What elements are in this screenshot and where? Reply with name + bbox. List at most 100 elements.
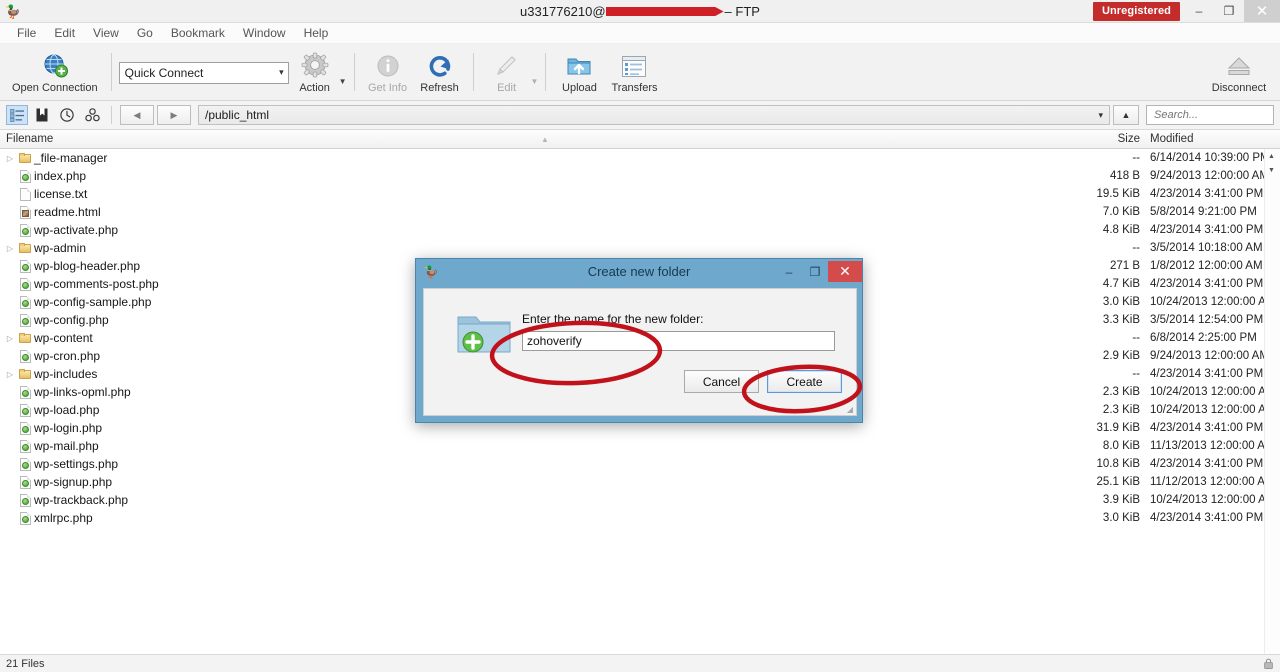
vertical-scrollbar[interactable]: ▲ ▼ <box>1264 149 1280 666</box>
file-size-cell: -- <box>1132 152 1140 164</box>
file-name-label: wp-login.php <box>34 421 103 435</box>
file-name-cell[interactable]: wp-signup.php <box>0 475 1085 489</box>
action-button[interactable]: Action <box>289 47 341 97</box>
file-name-cell[interactable]: wp-mail.php <box>0 439 1085 453</box>
file-modified-cell: 4/23/2014 3:41:00 PM <box>1150 368 1264 380</box>
php-file-icon <box>19 349 31 363</box>
get-info-button[interactable]: Get Info <box>362 47 414 97</box>
table-row[interactable]: wp-signup.php 25.1 KiB 11/12/2013 12:00:00… <box>0 473 1280 491</box>
bonjour-nodes-icon[interactable] <box>81 105 103 125</box>
search-input[interactable] <box>1152 108 1280 122</box>
action-dropdown-arrow-icon[interactable]: ▼ <box>339 77 347 86</box>
folder-name-input[interactable] <box>522 331 835 351</box>
file-size-cell: 7.0 KiB <box>1102 206 1140 218</box>
table-row[interactable]: wp-trackback.php 3.9 KiB 10/24/2013 12:00:… <box>0 491 1280 509</box>
column-header-size[interactable]: Size <box>1085 133 1140 145</box>
file-name-cell[interactable]: wp-trackback.php <box>0 493 1085 507</box>
table-row[interactable]: readme.html 7.0 KiB 5/8/2014 9:21:00 PM <box>0 203 1280 221</box>
file-size-cell: 3.0 KiB <box>1102 296 1140 308</box>
file-name-cell[interactable]: license.txt <box>0 187 1085 201</box>
transfers-button[interactable]: Transfers <box>605 47 663 97</box>
file-size-cell: 3.9 KiB <box>1102 494 1140 506</box>
unregistered-badge[interactable]: Unregistered <box>1092 1 1180 21</box>
table-row[interactable]: wp-activate.php 4.8 KiB 4/23/2014 3:41:00 … <box>0 221 1280 239</box>
parent-directory-button[interactable]: ▲ <box>1113 105 1139 125</box>
edit-dropdown-arrow-icon[interactable]: ▼ <box>531 77 539 86</box>
minimize-button[interactable]: – <box>1184 0 1214 22</box>
toolbar-separator-3 <box>472 53 474 91</box>
disconnect-button[interactable]: Disconnect <box>1204 47 1274 97</box>
table-row[interactable]: index.php 418 B 9/24/2013 12:00:00 AM <box>0 167 1280 185</box>
restore-button[interactable]: ❐ <box>1214 0 1244 22</box>
close-button[interactable]: ✕ <box>1244 0 1280 22</box>
table-row[interactable]: xmlrpc.php 3.0 KiB 4/23/2014 3:41:00 PM <box>0 509 1280 527</box>
menu-go[interactable]: Go <box>128 24 162 42</box>
refresh-button[interactable]: Refresh <box>414 47 466 97</box>
search-box[interactable] <box>1146 105 1280 125</box>
file-name-label: wp-content <box>34 331 93 345</box>
open-connection-button[interactable]: Open Connection <box>6 47 104 97</box>
dialog-close-button[interactable]: ✕ <box>828 261 862 282</box>
menu-view[interactable]: View <box>84 24 128 42</box>
back-button[interactable]: ◀ <box>120 105 154 125</box>
folder-icon <box>18 368 32 380</box>
table-row[interactable]: license.txt 19.5 KiB 4/23/2014 3:41:00 PM <box>0 185 1280 203</box>
file-modified-cell: 4/23/2014 3:41:00 PM <box>1150 224 1264 236</box>
toolbar-separator-1 <box>110 53 112 91</box>
edit-button[interactable]: Edit <box>481 47 533 97</box>
disclosure-triangle-icon[interactable]: ▷ <box>4 370 16 379</box>
globe-plus-icon <box>42 51 68 81</box>
column-header-modified[interactable]: Modified <box>1140 133 1280 145</box>
file-size-cell: -- <box>1132 332 1140 344</box>
file-name-cell[interactable]: wp-activate.php <box>0 223 1085 237</box>
file-size-cell: 3.3 KiB <box>1102 314 1140 326</box>
php-file-icon <box>19 493 31 507</box>
bookmark-icon[interactable] <box>31 105 53 125</box>
menu-window[interactable]: Window <box>234 24 295 42</box>
file-name-label: wp-blog-header.php <box>34 259 141 273</box>
file-size-cell: 271 B <box>1109 260 1140 272</box>
file-name-cell[interactable]: xmlrpc.php <box>0 511 1085 525</box>
php-file-icon <box>19 295 31 309</box>
file-name-cell[interactable]: index.php <box>0 169 1085 183</box>
disclosure-triangle-icon[interactable]: ▷ <box>4 334 16 343</box>
pencil-icon <box>494 51 520 81</box>
status-security-icon[interactable] <box>1263 658 1274 669</box>
file-size-cell: 8.0 KiB <box>1102 440 1140 452</box>
disclosure-triangle-icon[interactable]: ▷ <box>4 154 16 163</box>
menu-help[interactable]: Help <box>295 24 338 42</box>
file-modified-cell: 4/23/2014 3:41:00 PM <box>1150 458 1264 470</box>
file-name-cell[interactable]: wp-settings.php <box>0 457 1085 471</box>
php-file-icon <box>19 223 31 237</box>
quick-connect-select[interactable]: Quick Connect <box>118 62 289 84</box>
dialog-minimize-button[interactable]: – <box>776 261 802 282</box>
menu-bookmark[interactable]: Bookmark <box>162 24 234 42</box>
upload-button[interactable]: Upload <box>553 47 605 97</box>
path-dropdown[interactable]: /public_html ▾ <box>198 105 1110 125</box>
cancel-button[interactable]: Cancel <box>684 370 759 393</box>
resize-grip-icon[interactable]: ◢ <box>847 405 853 414</box>
table-row[interactable]: ▷ _file-manager -- 6/14/2014 10:39:00 PM <box>0 149 1280 167</box>
file-size-cell: 2.9 KiB <box>1102 350 1140 362</box>
dialog-maximize-button[interactable]: ❐ <box>802 261 828 282</box>
menu-edit[interactable]: Edit <box>45 24 84 42</box>
file-name-cell[interactable]: ▷ _file-manager <box>0 151 1085 165</box>
window-title-prefix: u331776210@ <box>520 3 606 19</box>
menu-file[interactable]: File <box>8 24 45 42</box>
column-splitter-handle[interactable]: ▲ <box>541 135 549 144</box>
create-button[interactable]: Create <box>767 370 842 393</box>
window-controls: Unregistered – ❐ ✕ <box>1092 0 1280 22</box>
history-clock-icon[interactable] <box>56 105 78 125</box>
disclosure-triangle-icon[interactable]: ▷ <box>4 244 16 253</box>
dialog-window-controls: – ❐ ✕ <box>776 259 862 284</box>
scroll-down-icon[interactable]: ▼ <box>1268 167 1275 174</box>
file-name-cell[interactable]: wp-login.php <box>0 421 1085 435</box>
table-row[interactable]: wp-mail.php 8.0 KiB 11/13/2013 12:00:00 AM <box>0 437 1280 455</box>
forward-button[interactable]: ▶ <box>157 105 191 125</box>
file-name-cell[interactable]: ▷ wp-admin <box>0 241 1085 255</box>
table-row[interactable]: ▷ wp-admin -- 3/5/2014 10:18:00 AM <box>0 239 1280 257</box>
browser-list-icon[interactable] <box>6 105 28 125</box>
table-row[interactable]: wp-settings.php 10.8 KiB 4/23/2014 3:41:00… <box>0 455 1280 473</box>
file-name-cell[interactable]: readme.html <box>0 205 1085 219</box>
scroll-up-icon[interactable]: ▲ <box>1268 153 1275 160</box>
